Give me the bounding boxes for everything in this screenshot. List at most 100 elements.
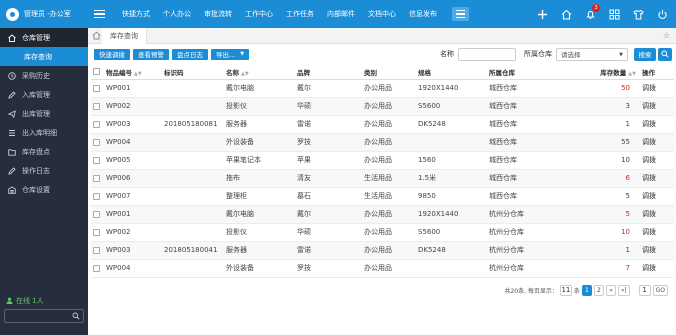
user-menu[interactable]: 管理员 -办公室 bbox=[0, 0, 88, 28]
page-button-2[interactable]: 2 bbox=[593, 284, 604, 296]
transfer-link[interactable]: 调拨 bbox=[640, 133, 674, 151]
home-icon bbox=[8, 33, 16, 42]
row-checkbox[interactable] bbox=[93, 102, 100, 110]
quick-transfer-button[interactable]: 快速调拨 bbox=[94, 48, 130, 60]
sidebar-toggle-icon[interactable] bbox=[94, 0, 110, 28]
transfer-link[interactable]: 调拨 bbox=[640, 97, 674, 115]
plus-icon[interactable] bbox=[536, 8, 548, 20]
bell-icon[interactable]: 3 bbox=[584, 4, 600, 20]
cell-tag bbox=[162, 187, 224, 205]
row-checkbox[interactable] bbox=[93, 264, 100, 272]
row-checkbox[interactable] bbox=[93, 246, 100, 254]
page-button-1[interactable]: 1 bbox=[581, 284, 592, 296]
row-checkbox[interactable] bbox=[93, 174, 100, 182]
row-checkbox[interactable] bbox=[93, 120, 100, 128]
filter-bar: 名称 所属仓库 请选择 ▼ 搜索 bbox=[440, 45, 676, 63]
home-tab-icon[interactable] bbox=[90, 28, 102, 44]
sidebar-item-inventory-query[interactable]: 库存查询 bbox=[0, 47, 88, 66]
transfer-link[interactable]: 调拨 bbox=[640, 259, 674, 277]
advanced-search-icon[interactable] bbox=[658, 47, 672, 61]
col-header[interactable]: 名称 ▲▼ bbox=[224, 65, 295, 80]
row-checkbox[interactable] bbox=[93, 138, 100, 146]
transfer-link[interactable]: 调拨 bbox=[640, 205, 674, 223]
search-button[interactable]: 搜索 bbox=[634, 47, 656, 61]
transfer-link[interactable]: 调拨 bbox=[640, 241, 674, 259]
sidebar-item-label: 仓库设置 bbox=[22, 185, 50, 194]
nav-info-publish[interactable]: 信息发布 bbox=[409, 9, 437, 19]
nav-work-tasks[interactable]: 工作任务 bbox=[286, 9, 314, 19]
row-checkbox[interactable] bbox=[93, 192, 100, 200]
row-checkbox[interactable] bbox=[93, 228, 100, 236]
menu-icon[interactable] bbox=[452, 7, 469, 21]
nav-internal-mail[interactable]: 内部邮件 bbox=[327, 9, 355, 19]
sidebar-item-inout-details[interactable]: 出入库明细 bbox=[0, 123, 88, 142]
cell-qty: 3 bbox=[625, 102, 630, 110]
inventory-log-button[interactable]: 盘点日志 bbox=[172, 48, 208, 60]
cell-warehouse: 城西仓库 bbox=[489, 102, 517, 110]
row-checkbox[interactable] bbox=[93, 210, 100, 218]
power-icon[interactable] bbox=[656, 8, 668, 20]
sidebar-search-input[interactable] bbox=[4, 309, 84, 323]
nav-document-center[interactable]: 文档中心 bbox=[368, 9, 396, 19]
transfer-link[interactable]: 调拨 bbox=[640, 151, 674, 169]
user-icon bbox=[6, 297, 13, 306]
row-checkbox[interactable] bbox=[93, 156, 100, 164]
cell-code: WP001 bbox=[106, 84, 131, 92]
transfer-link[interactable]: 调拨 bbox=[640, 79, 674, 97]
notification-badge: 3 bbox=[592, 4, 600, 12]
col-header: 标识码 bbox=[162, 65, 224, 80]
sidebar-item-stock-check[interactable]: 库存盘点 bbox=[0, 142, 88, 161]
col-header[interactable]: 库存数量 ▲▼ bbox=[568, 65, 640, 80]
warehouse-select-value: 请选择 bbox=[561, 51, 581, 59]
nav-work-center[interactable]: 工作中心 bbox=[245, 9, 273, 19]
cell-category: 生活用品 bbox=[364, 192, 392, 200]
next-page-button[interactable]: » bbox=[605, 284, 616, 296]
theme-shirt-icon[interactable] bbox=[632, 8, 644, 20]
sidebar-item-operation-log[interactable]: 操作日志 bbox=[0, 161, 88, 180]
cell-name: 拖布 bbox=[226, 174, 240, 182]
cell-category: 办公用品 bbox=[364, 120, 392, 128]
transfer-link[interactable]: 调拨 bbox=[640, 169, 674, 187]
page-size-input[interactable]: 11 bbox=[559, 284, 572, 296]
view-alert-button[interactable]: 查看预警 bbox=[133, 48, 169, 60]
sidebar-item-warehouse-settings[interactable]: 仓库设置 bbox=[0, 180, 88, 199]
sidebar-item-warehouse-management[interactable]: 仓库管理 bbox=[0, 28, 88, 47]
transfer-link[interactable]: 调拨 bbox=[640, 115, 674, 133]
cell-code: WP001 bbox=[106, 210, 131, 218]
tab-inventory-query[interactable]: 库存查询 bbox=[102, 27, 147, 44]
nav-approval[interactable]: 审批流转 bbox=[204, 9, 232, 19]
transfer-link[interactable]: 调拨 bbox=[640, 187, 674, 205]
name-input[interactable] bbox=[458, 47, 516, 61]
cell-spec: S5600 bbox=[418, 228, 441, 236]
star-icon[interactable]: ☆ bbox=[663, 31, 670, 40]
export-button[interactable]: 导出... ▼ bbox=[211, 48, 250, 60]
select-all-checkbox[interactable] bbox=[93, 68, 100, 76]
cell-code: WP002 bbox=[106, 102, 131, 110]
sidebar-item-purchase-history[interactable]: 采购历史 bbox=[0, 66, 88, 85]
cell-category: 办公用品 bbox=[364, 156, 392, 164]
table-row: WP001 戴尔电脑 戴尔 办公用品 1920X1440 杭州分仓库 5 调拨 bbox=[91, 205, 674, 223]
home-icon[interactable] bbox=[560, 8, 572, 20]
sort-icon[interactable]: ▲▼ bbox=[628, 71, 636, 77]
goto-page-input[interactable]: 1 bbox=[638, 284, 651, 296]
sidebar-item-stock-in[interactable]: 入库管理 bbox=[0, 85, 88, 104]
grid-icon[interactable] bbox=[608, 8, 620, 20]
col-header[interactable]: 物品编号 ▲▼ bbox=[104, 65, 162, 80]
cell-name: 外设装备 bbox=[226, 138, 254, 146]
sidebar-item-stock-out[interactable]: 出库管理 bbox=[0, 104, 88, 123]
transfer-link[interactable]: 调拨 bbox=[640, 223, 674, 241]
cell-qty: 1 bbox=[625, 246, 630, 254]
cell-brand: 华硕 bbox=[297, 228, 311, 236]
last-page-button[interactable]: »| bbox=[617, 284, 630, 296]
nav-personal-office[interactable]: 个人办公 bbox=[163, 9, 191, 19]
row-checkbox[interactable] bbox=[93, 84, 100, 92]
go-button[interactable]: GO bbox=[652, 284, 668, 296]
cell-brand: 墓石 bbox=[297, 192, 311, 200]
warehouse-select[interactable]: 请选择 ▼ bbox=[556, 47, 628, 61]
sort-icon[interactable]: ▲▼ bbox=[134, 71, 142, 77]
table-row: WP001 戴尔电脑 戴尔 办公用品 1920X1440 城西仓库 50 调拨 bbox=[91, 79, 674, 97]
sort-icon[interactable]: ▲▼ bbox=[241, 71, 249, 77]
cell-warehouse: 城西仓库 bbox=[489, 174, 517, 182]
nav-shortcuts[interactable]: 快捷方式 bbox=[122, 9, 150, 19]
search-icon[interactable] bbox=[72, 312, 80, 322]
